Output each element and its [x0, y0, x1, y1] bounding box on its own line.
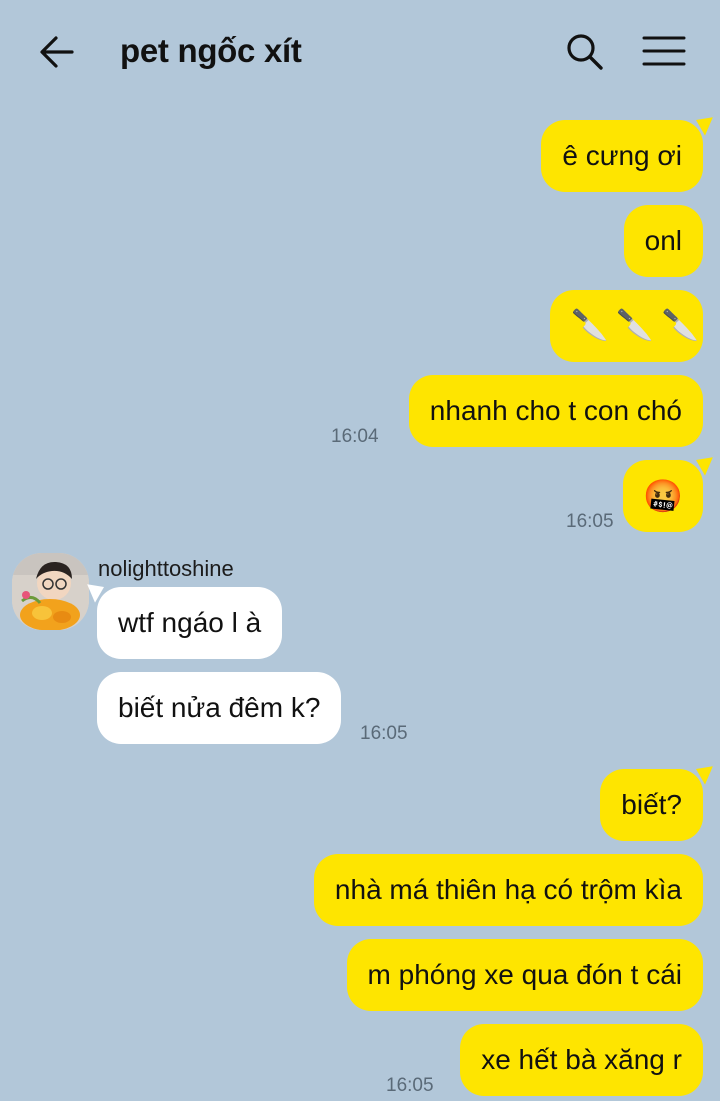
message-bubble-incoming[interactable]: wtf ngáo l à — [97, 587, 283, 659]
hamburger-menu-icon — [642, 36, 686, 66]
message-timestamp: 16:05 — [566, 511, 614, 532]
chat-header: pet ngốc xít — [0, 0, 720, 105]
menu-button[interactable] — [642, 32, 686, 72]
message-bubble-outgoing[interactable]: xe hết bà xăng r — [460, 1024, 703, 1096]
message-timestamp: 16:04 — [331, 426, 379, 447]
back-button[interactable] — [36, 32, 80, 72]
emoji-row: 🔪 🔪 🔪 — [571, 290, 699, 362]
message-bubble-outgoing[interactable]: biết? — [600, 769, 703, 841]
profile-photo-icon — [12, 553, 89, 630]
message-timestamp: 16:05 — [360, 723, 408, 744]
chat-title: pet ngốc xít — [120, 32, 302, 69]
knife-emoji: 🔪 — [571, 309, 609, 342]
message-bubble-outgoing[interactable]: nhà má thiên hạ có trộm kìa — [313, 854, 703, 926]
emoji-message-bubble[interactable]: 🔪 🔪 🔪 — [550, 290, 703, 362]
knife-emoji: 🔪 — [661, 309, 700, 342]
arrow-left-icon — [40, 36, 74, 68]
avatar[interactable] — [12, 553, 89, 630]
message-timestamp: 16:05 — [386, 1075, 434, 1096]
angry-swearing-emoji: 🤬 — [643, 478, 683, 514]
message-bubble-outgoing[interactable]: m phóng xe qua đón t cái — [346, 939, 703, 1011]
knife-emoji: 🔪 — [616, 309, 654, 342]
message-bubble-outgoing[interactable]: nhanh cho t con chó — [408, 375, 703, 447]
search-icon — [567, 34, 603, 70]
message-bubble-outgoing[interactable]: ê cưng ơi — [541, 120, 703, 192]
emoji-message-bubble[interactable]: 🤬 — [623, 460, 703, 532]
search-button[interactable] — [563, 30, 607, 74]
sender-name: nolighttoshine — [98, 556, 234, 581]
chat-screen: pet ngốc xít ê cưng ơi onl 🔪 🔪 🔪 nhanh c… — [0, 0, 720, 1101]
message-bubble-outgoing[interactable]: onl — [623, 205, 703, 277]
message-bubble-incoming[interactable]: biết nửa đêm k? — [97, 672, 342, 744]
